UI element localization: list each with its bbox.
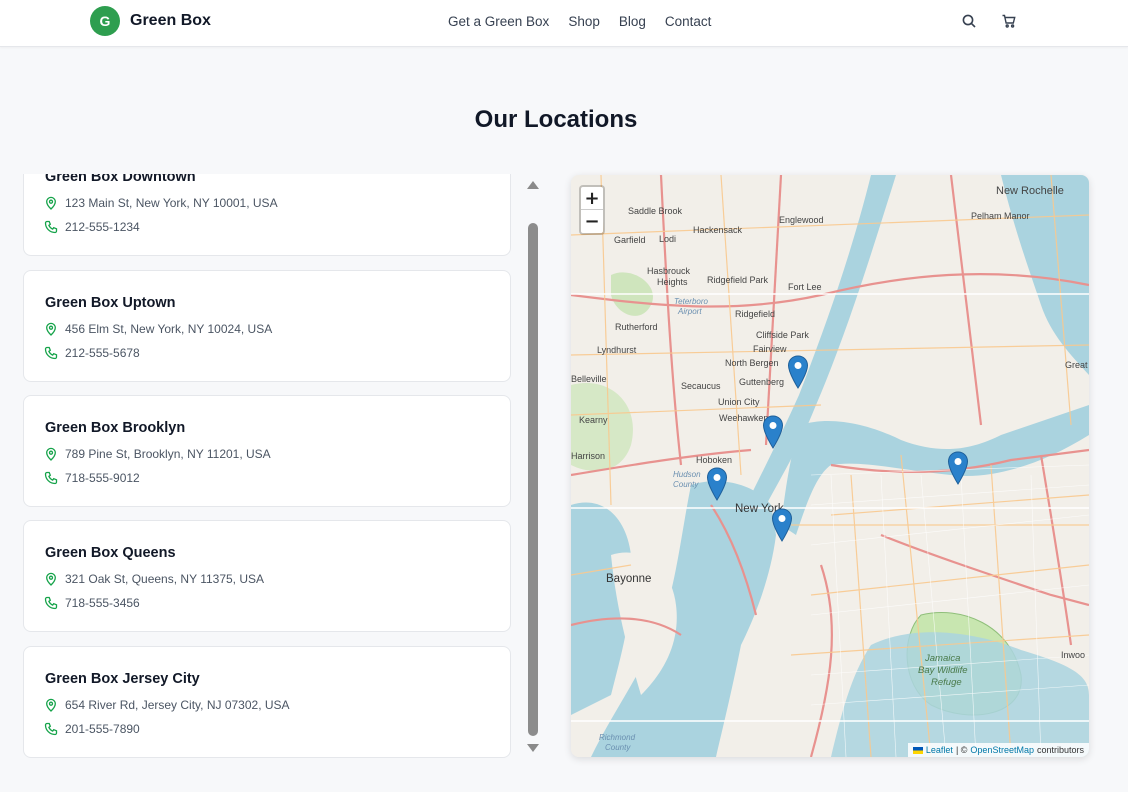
map-label: Inwoo [1061, 650, 1086, 660]
map-label: Bay Wildlife [918, 665, 968, 676]
location-phone: 718-555-3456 [44, 596, 140, 610]
locations-map[interactable]: New Rochelle Pelham Manor Englewood Hack… [571, 175, 1089, 757]
map-label: Lodi [659, 234, 677, 244]
map-label: Airport [678, 307, 702, 316]
map-label: County [673, 480, 699, 489]
scrollbar-thumb[interactable] [528, 223, 538, 736]
map-label: Jamaica [925, 653, 961, 664]
site-header: G Green Box Get a Green Box Shop Blog Co… [0, 0, 1128, 47]
map-label: Kearny [579, 415, 608, 425]
location-name: Green Box Uptown [45, 295, 176, 311]
attribution-contributors: contributors [1036, 745, 1084, 755]
location-name: Green Box Queens [45, 545, 176, 561]
map-label: Pelham Manor [971, 211, 1030, 221]
brand-name[interactable]: Green Box [130, 12, 211, 30]
location-address: 456 Elm St, New York, NY 10024, USA [44, 322, 272, 336]
location-name: Green Box Downtown [45, 174, 196, 185]
map-zoom-control: + − [579, 185, 605, 235]
page-title: Our Locations [474, 106, 638, 133]
map-label: Union City [718, 397, 760, 407]
map-label: Bayonne [606, 573, 652, 585]
map-pin-icon [46, 447, 56, 461]
location-card-downtown[interactable]: Green Box Downtown 123 Main St, New York… [23, 174, 511, 256]
ukraine-flag-icon [912, 746, 923, 754]
location-phone: 201-555-7890 [44, 722, 140, 736]
map-label: Heights [657, 277, 688, 287]
map-label: Lyndhurst [597, 345, 637, 355]
location-card-brooklyn[interactable]: Green Box Brooklyn 789 Pine St, Brooklyn… [23, 395, 511, 507]
map-label: Weehawken [719, 413, 769, 423]
location-card-queens[interactable]: Green Box Queens 321 Oak St, Queens, NY … [23, 520, 511, 632]
map-marker-downtown[interactable] [762, 415, 784, 449]
logo-icon[interactable]: G [90, 6, 120, 36]
list-scrollbar[interactable] [526, 178, 540, 756]
map-label: Fairview [753, 344, 787, 354]
map-label: Cliffside Park [756, 330, 809, 340]
scroll-down-arrow-icon[interactable] [527, 744, 539, 752]
map-marker-brooklyn[interactable] [771, 508, 793, 542]
map-tiles [571, 175, 1089, 757]
location-address: 321 Oak St, Queens, NY 11375, USA [44, 572, 264, 586]
map-marker-queens[interactable] [947, 451, 969, 485]
location-address: 123 Main St, New York, NY 10001, USA [44, 196, 278, 210]
phone-icon [44, 346, 58, 360]
zoom-out-button[interactable]: − [581, 210, 603, 233]
map-label: Harrison [571, 451, 606, 461]
map-label: Hudson [673, 470, 701, 479]
location-address: 789 Pine St, Brooklyn, NY 11201, USA [44, 447, 271, 461]
map-label: Secaucus [681, 381, 721, 391]
map-label: Teterboro [674, 297, 708, 306]
map-label: North Bergen [725, 358, 779, 368]
cart-icon[interactable] [1001, 13, 1017, 29]
location-name: Green Box Brooklyn [45, 420, 186, 436]
map-attribution: Leaflet | © OpenStreetMap contributors [907, 743, 1089, 757]
leaflet-link[interactable]: Leaflet [926, 745, 953, 755]
openstreetmap-link[interactable]: OpenStreetMap [970, 745, 1034, 755]
locations-list[interactable]: Green Box Downtown 123 Main St, New York… [22, 174, 514, 758]
nav-contact[interactable]: Contact [665, 14, 712, 29]
location-card-uptown[interactable]: Green Box Uptown 456 Elm St, New York, N… [23, 270, 511, 382]
location-phone: 212-555-1234 [44, 220, 140, 234]
map-label: Hoboken [696, 455, 733, 465]
phone-icon [44, 471, 58, 485]
map-label: Guttenberg [739, 377, 785, 387]
map-label: Englewood [779, 215, 824, 225]
map-label: Richmond [599, 733, 636, 742]
map-label: Great [1065, 360, 1088, 370]
map-pin-icon [46, 196, 56, 210]
map-label: New Rochelle [996, 185, 1064, 197]
location-name: Green Box Jersey City [45, 671, 200, 687]
location-phone: 212-555-5678 [44, 346, 140, 360]
attribution-separator: | © [955, 745, 968, 755]
map-label: Belleville [571, 374, 607, 384]
map-pin-icon [46, 572, 56, 586]
map-label: Fort Lee [788, 282, 822, 292]
map-label: Garfield [614, 235, 646, 245]
map-label: Hasbrouck [647, 266, 691, 276]
map-label: Rutherford [615, 322, 658, 332]
scroll-up-arrow-icon[interactable] [527, 181, 539, 189]
map-label: Saddle Brook [628, 206, 683, 216]
map-label: Hackensack [693, 225, 743, 235]
phone-icon [44, 220, 58, 234]
map-label: County [605, 743, 631, 752]
phone-icon [44, 596, 58, 610]
map-pin-icon [46, 698, 56, 712]
zoom-in-button[interactable]: + [581, 187, 603, 210]
location-card-jersey-city[interactable]: Green Box Jersey City 654 River Rd, Jers… [23, 646, 511, 758]
nav-get-a-green-box[interactable]: Get a Green Box [448, 14, 549, 29]
map-marker-jersey-city[interactable] [706, 467, 728, 501]
phone-icon [44, 722, 58, 736]
main-nav: Get a Green Box Shop Blog Contact [448, 14, 711, 29]
map-label: Ridgefield [735, 309, 776, 319]
map-label: Refuge [931, 677, 962, 688]
nav-blog[interactable]: Blog [619, 14, 646, 29]
map-label: Ridgefield Park [707, 275, 769, 285]
location-address: 654 River Rd, Jersey City, NJ 07302, USA [44, 698, 290, 712]
nav-shop[interactable]: Shop [568, 14, 600, 29]
map-marker-uptown[interactable] [787, 355, 809, 389]
location-phone: 718-555-9012 [44, 471, 140, 485]
map-pin-icon [46, 322, 56, 336]
search-icon[interactable] [961, 13, 977, 29]
